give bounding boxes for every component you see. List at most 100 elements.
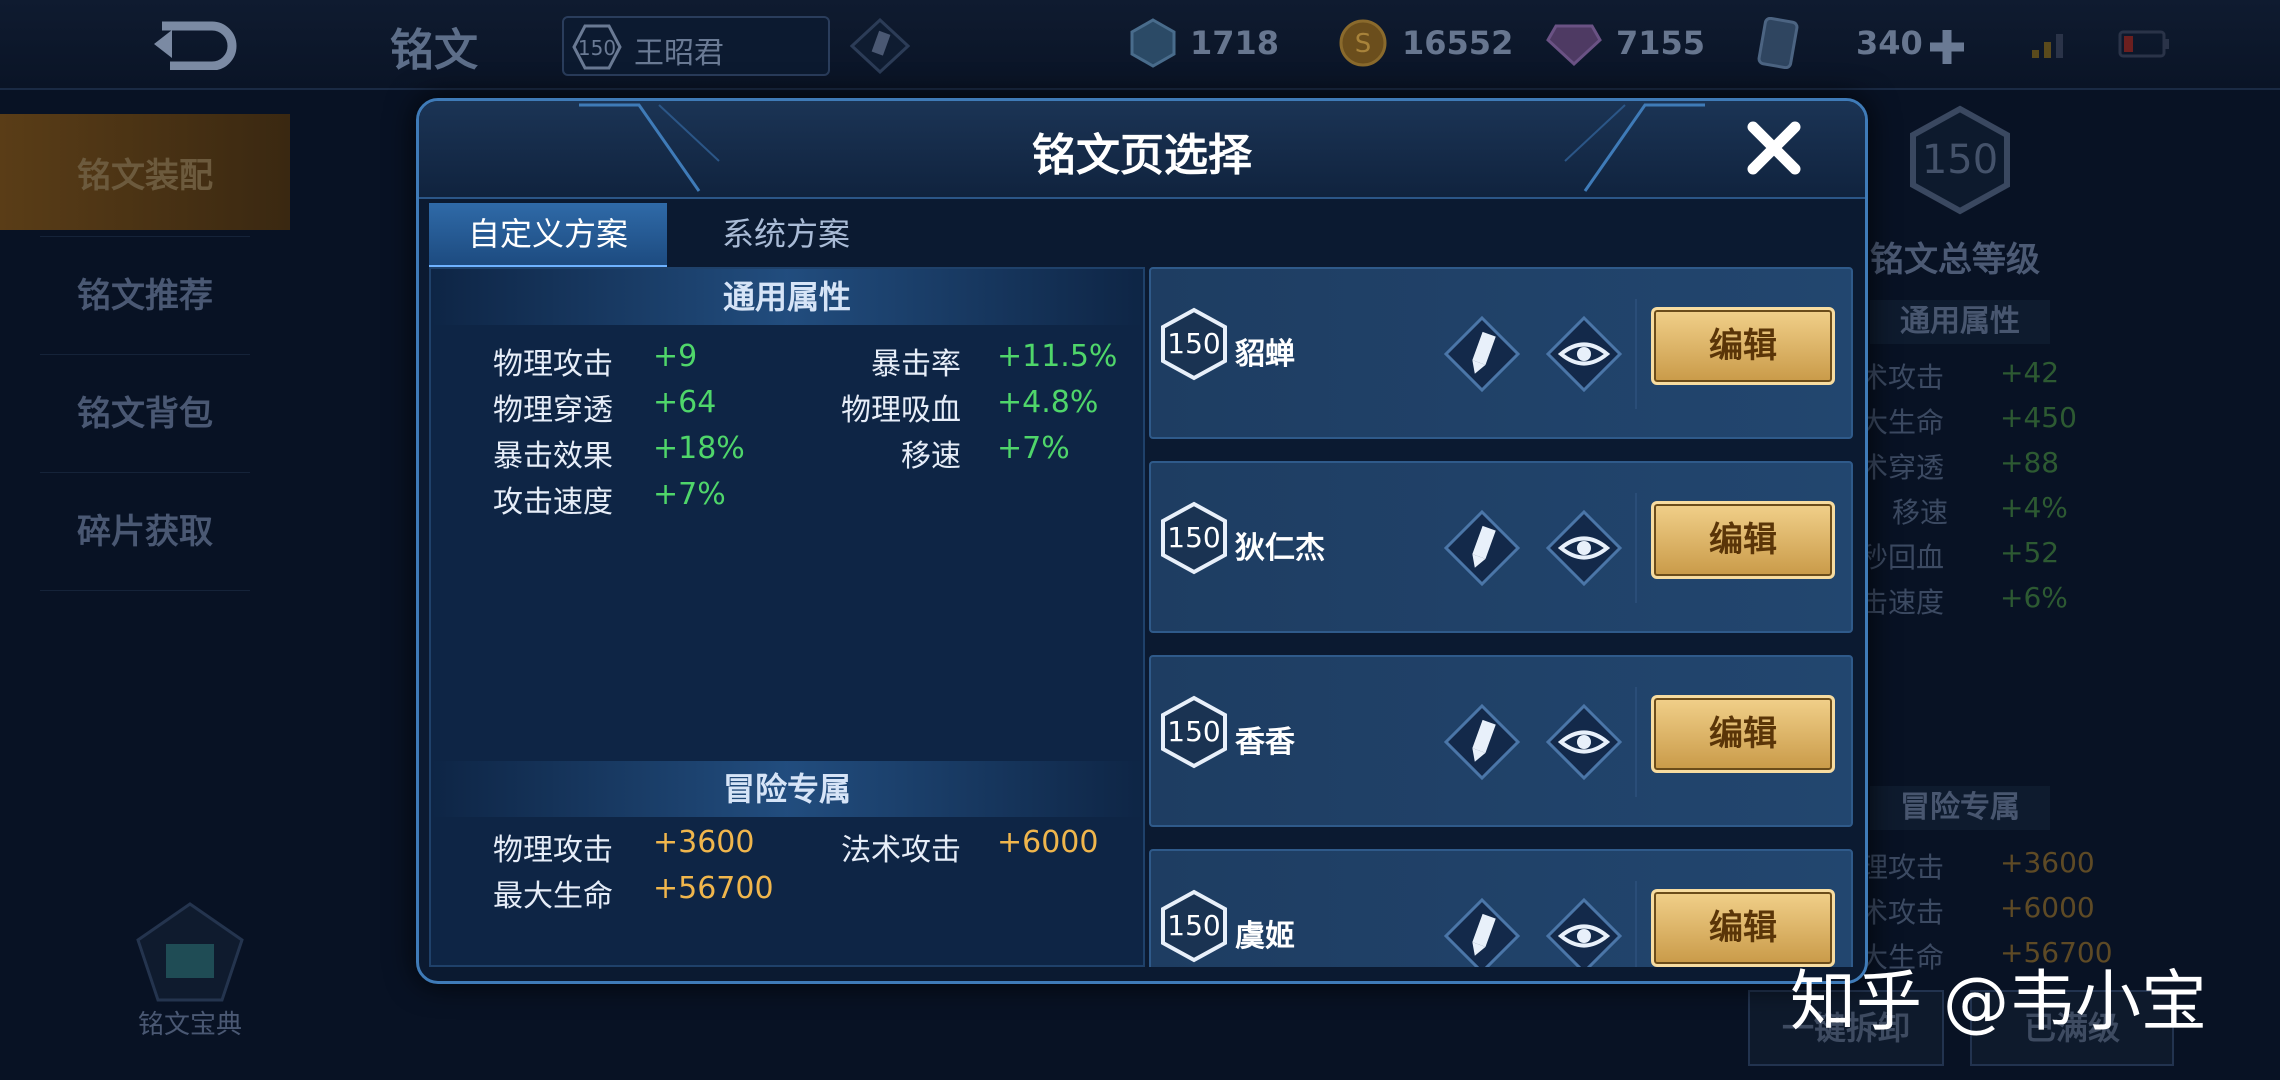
page-level: 150	[1167, 327, 1220, 360]
right-stat-row: 移速 +4%	[1892, 491, 2068, 529]
adventure-stat-label: 法术攻击	[841, 833, 961, 868]
gem-icon	[1546, 24, 1602, 67]
modal-title: 铭文页选择	[1032, 130, 1252, 181]
plus-icon[interactable]	[1926, 26, 1968, 68]
level-hex-icon: 150	[1161, 501, 1227, 575]
battery-icon	[2118, 30, 2169, 58]
adventure-stat-value: +3600	[653, 825, 755, 860]
rename-pen-icon[interactable]	[1443, 897, 1521, 967]
preview-eye-icon[interactable]	[1545, 509, 1623, 587]
right-stat-row: 秒回血 +52	[1860, 536, 2060, 574]
rename-pen-icon[interactable]	[1443, 703, 1521, 781]
item-divider	[1635, 687, 1637, 797]
level-hex-icon: 150	[1161, 889, 1227, 963]
level-hex-icon: 150	[572, 24, 622, 70]
preview-eye-icon[interactable]	[1545, 703, 1623, 781]
preview-eye-icon[interactable]	[1545, 897, 1623, 967]
page-name: 香香	[1235, 725, 1295, 760]
page-level: 150	[1167, 909, 1220, 942]
modal-header: 铭文页选择	[419, 101, 1865, 199]
page-name: 虞姬	[1235, 919, 1295, 954]
stat-value: +9	[653, 339, 698, 374]
level-hex-icon: 150	[1161, 695, 1227, 769]
edit-button[interactable]: 编辑	[1651, 501, 1835, 579]
total-level-hex-icon: 150	[1910, 105, 2010, 215]
rename-pen-icon[interactable]	[1443, 315, 1521, 393]
stat-label: 暴击率	[871, 347, 961, 382]
page-level: 150	[1167, 715, 1220, 748]
card-icon	[1757, 17, 1799, 69]
right-stat-row: 大生命 +450	[1860, 401, 2077, 439]
edit-button[interactable]: 编辑	[1651, 307, 1835, 385]
right-stat-row: 术攻击 +42	[1860, 356, 2060, 394]
rune-page-item[interactable]: 150 虞姬 编辑	[1149, 849, 1853, 967]
gem-count: 7155	[1616, 24, 1706, 62]
item-divider	[1635, 493, 1637, 603]
gold-coin-icon: S	[1339, 19, 1387, 67]
general-attributes-title: 通用属性	[431, 269, 1143, 325]
adventure-stat-value: +56700	[653, 871, 774, 906]
signal-icon	[2032, 34, 2063, 58]
resource-card: 340	[1756, 17, 1923, 69]
right-stat-row: 击速度 +6%	[1860, 581, 2068, 619]
rune-page-list: 150 貂蝉 编辑 150 狄仁杰 编辑 150 香香 编辑 150 虞姬 编辑	[1149, 267, 1855, 967]
right-adventure-row: 术攻击 +6000	[1860, 891, 2095, 929]
hero-level: 150	[578, 36, 616, 60]
stat-label: 移速	[901, 439, 961, 474]
attributes-panel: 通用属性 物理攻击 +9 暴击率 +11.5% 物理穿透 +64 物理吸血 +4…	[429, 267, 1145, 967]
svg-text:S: S	[1355, 29, 1372, 59]
gold-count: 16552	[1402, 24, 1514, 62]
right-adventure-title: 冒险专属	[1870, 786, 2050, 830]
rune-page-item[interactable]: 150 貂蝉 编辑	[1149, 267, 1853, 439]
stat-value: +7%	[653, 477, 726, 512]
edit-pen-icon[interactable]	[850, 18, 910, 74]
right-adventure-row: 理攻击 +3600	[1860, 846, 2095, 884]
nav-item-recommend[interactable]: 铭文推荐	[0, 234, 290, 350]
resource-crystal: 1718	[1130, 18, 1279, 68]
stat-value: +64	[653, 385, 717, 420]
stat-label: 物理攻击	[493, 347, 613, 382]
stat-label: 物理穿透	[493, 393, 613, 428]
hero-name: 王昭君	[634, 36, 724, 71]
nav-item-fragments[interactable]: 碎片获取	[0, 470, 290, 586]
close-icon[interactable]	[1745, 119, 1803, 177]
codex-book-icon[interactable]	[130, 900, 250, 1010]
stat-value: +18%	[653, 431, 745, 466]
rune-page-item[interactable]: 150 狄仁杰 编辑	[1149, 461, 1853, 633]
stat-value: +4.8%	[997, 385, 1099, 420]
nav-item-equip[interactable]: 铭文装配	[0, 114, 290, 230]
adventure-stat-label: 物理攻击	[493, 833, 613, 868]
rename-pen-icon[interactable]	[1443, 509, 1521, 587]
nav-divider	[40, 590, 250, 591]
edit-button[interactable]: 编辑	[1651, 695, 1835, 773]
crystal-icon	[1130, 18, 1176, 68]
right-general-title: 通用属性	[1870, 300, 2050, 344]
back-arrow-icon[interactable]	[150, 18, 240, 70]
total-level-value: 150	[1922, 137, 1998, 183]
page-name: 貂蝉	[1235, 337, 1295, 372]
level-hex-icon: 150	[1161, 307, 1227, 381]
watermark: 知乎 @韦小宝	[1790, 963, 2207, 1040]
codex-label: 铭文宝典	[137, 1010, 242, 1040]
total-level-label: 铭文总等级	[1870, 240, 2040, 280]
stat-value: +7%	[997, 431, 1070, 466]
tab-custom[interactable]: 自定义方案	[429, 203, 667, 269]
adventure-stat-label: 最大生命	[493, 879, 613, 914]
stat-label: 暴击效果	[493, 439, 613, 474]
tab-system[interactable]: 系统方案	[667, 203, 905, 265]
preview-eye-icon[interactable]	[1545, 315, 1623, 393]
rune-page-modal: 铭文页选择 自定义方案 系统方案 通用属性 物理攻击 +9 暴击率 +11.5%…	[416, 98, 1868, 984]
hero-selector[interactable]: 150 王昭君	[562, 16, 830, 76]
resource-gold: S 16552	[1338, 18, 1513, 68]
right-stat-row: 术穿透 +88	[1860, 446, 2060, 484]
top-bar: 铭文 150 王昭君 1718 S 16552 7155 340	[0, 0, 2280, 90]
item-divider	[1635, 881, 1637, 967]
adventure-stat-value: +6000	[997, 825, 1099, 860]
rune-page-item[interactable]: 150 香香 编辑	[1149, 655, 1853, 827]
stat-value: +11.5%	[997, 339, 1118, 374]
page-name: 狄仁杰	[1235, 531, 1325, 566]
page-level: 150	[1167, 521, 1220, 554]
crystal-count: 1718	[1190, 24, 1280, 62]
card-count: 340	[1856, 24, 1923, 62]
nav-item-backpack[interactable]: 铭文背包	[0, 352, 290, 468]
